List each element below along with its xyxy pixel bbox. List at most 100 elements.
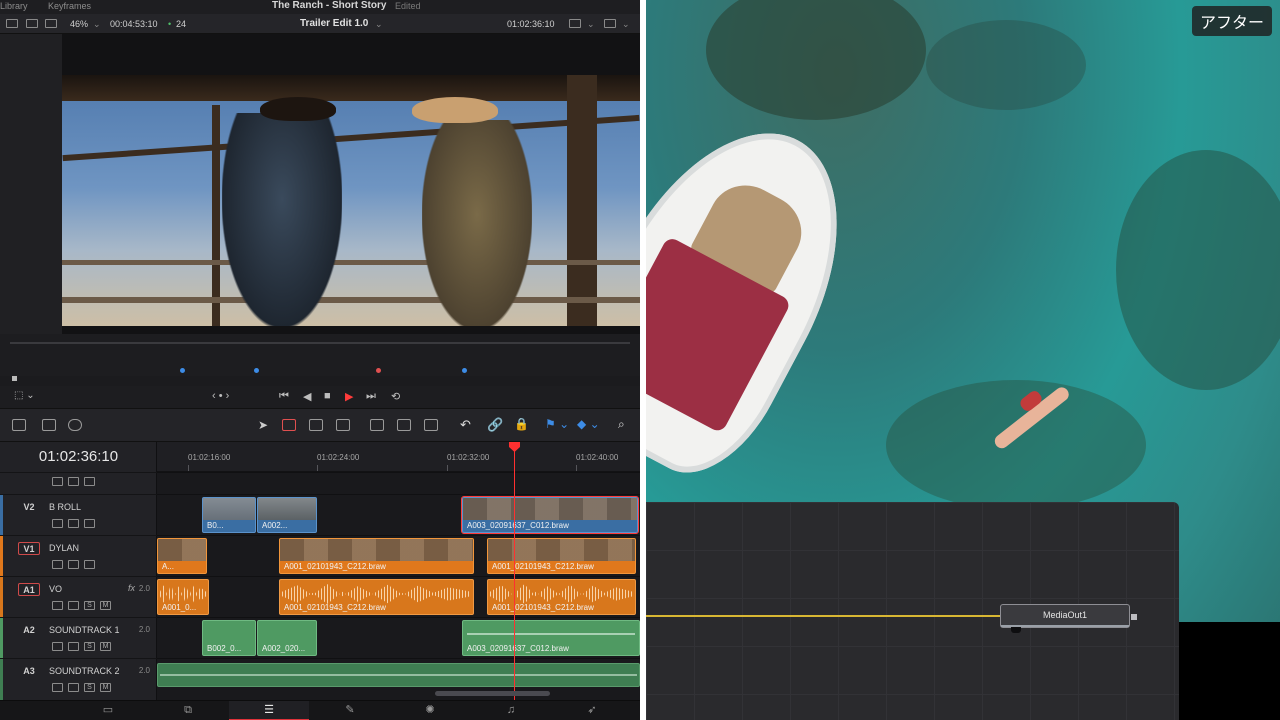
clip-v1[interactable]: A001_02101943_C212.braw [279,538,474,574]
marker-icon[interactable]: ◆ ⌄ [577,417,600,431]
dynamic-trim-icon[interactable] [309,419,323,431]
media-out-node[interactable]: MediaOut1 [1000,604,1137,633]
film-icon[interactable] [45,19,57,28]
play-reverse-icon[interactable]: ◀ [303,390,311,403]
clip-a2[interactable]: A002_020... [257,620,317,656]
media-page-icon[interactable]: ▭ [68,701,148,720]
snapping-icon[interactable]: ↶ [460,417,471,433]
scrub-handle-icon[interactable] [12,376,17,381]
flag-icon[interactable]: ⚑ ⌄ [545,417,569,431]
clip-v2-selected[interactable]: A003_02091637_C012.braw [461,496,639,534]
track-name[interactable]: B ROLL [49,502,81,512]
clip-v1[interactable]: A001_02101943_C212.braw [487,538,636,574]
auto-select-icon[interactable] [84,477,95,486]
viewer-options-icon[interactable]: ⬚ ⌄ [14,390,35,401]
video-toggle-icon[interactable] [68,601,79,610]
track-id[interactable]: V1 [18,542,40,555]
lane-a3[interactable] [157,658,640,699]
track-name[interactable]: SOUNDTRACK 2 [49,666,120,676]
selection-arrow-icon[interactable]: ➤ [258,418,268,432]
display-icon[interactable] [569,19,581,28]
timeline-name[interactable]: Trailer Edit 1.0 [300,18,368,29]
node-editor[interactable]: MediaOut1 [646,502,1179,720]
timeline-area[interactable]: 01:02:16:00 01:02:24:00 01:02:32:00 01:0… [157,442,640,700]
track-name[interactable]: DYLAN [49,543,79,553]
video-toggle-icon[interactable] [68,683,79,692]
auto-select-icon[interactable] [84,560,95,569]
mic-icon[interactable] [68,419,82,431]
go-to-start-icon[interactable]: ⏮ [279,390,289,403]
clip-v2[interactable]: B0... [202,497,256,533]
blade-icon[interactable] [336,419,350,431]
video-viewer[interactable] [0,34,640,368]
layout-icon[interactable] [6,19,18,28]
clip-a1[interactable]: A001_02101943_C212.braw [487,579,636,615]
track-id[interactable]: A1 [18,583,40,596]
marker-blue[interactable] [462,368,467,373]
clip-v2[interactable]: A002... [257,497,317,533]
clip-a1[interactable]: A001_0... [157,579,209,615]
clip-a2[interactable]: A003_02091637_C012.braw [462,620,640,656]
chevron-down-icon[interactable]: ⌄ [93,19,101,30]
safe-area-icon[interactable] [26,19,38,28]
playhead[interactable] [509,442,520,700]
video-toggle-icon[interactable] [68,560,79,569]
timeline-chevron-icon[interactable]: ⌄ [375,19,383,30]
solo-button[interactable]: S [84,642,95,651]
marker-red[interactable] [376,368,381,373]
marker-blue[interactable] [254,368,259,373]
lock-icon[interactable]: 🔒 [514,417,529,431]
color-page-icon[interactable]: ✺ [390,701,470,720]
cut-page-icon[interactable]: ⧉ [148,701,228,720]
mute-button[interactable]: M [100,601,111,610]
stop-icon[interactable]: ■ [324,390,331,402]
solo-button[interactable]: S [84,683,95,692]
lock-icon[interactable] [52,519,63,528]
track-name[interactable]: SOUNDTRACK 1 [49,625,120,635]
fairlight-page-icon[interactable]: ♫ [471,701,551,720]
solo-button[interactable]: S [84,601,95,610]
clip-a2[interactable]: B002_0... [202,620,256,656]
play-icon[interactable]: ▶ [345,390,353,403]
marker-blue[interactable] [180,368,185,373]
fx-icon[interactable]: fx [128,583,135,593]
auto-select-icon[interactable] [84,519,95,528]
fusion-page-icon[interactable]: ✎ [310,701,390,720]
display-chevron-icon[interactable]: ⌄ [587,19,595,30]
lock-icon[interactable] [52,601,63,610]
lane-a1[interactable]: A001_0... A001_02101943_C212.braw A001_0… [157,576,640,617]
video-toggle-icon[interactable] [68,642,79,651]
loop-icon[interactable]: ⟲ [391,390,400,403]
lock-icon[interactable] [52,683,63,692]
video-toggle-icon[interactable] [68,519,79,528]
clip-v1[interactable]: A... [157,538,207,574]
link-icon[interactable]: 🔗 [487,417,503,433]
mute-button[interactable]: M [100,683,111,692]
insert-icon[interactable] [370,419,384,431]
lock-icon[interactable] [52,560,63,569]
library-tab[interactable]: Library [0,1,28,11]
timeline-scrollbar[interactable] [435,691,550,696]
output-port-icon[interactable] [1131,614,1137,620]
deliver-page-icon[interactable]: ➶ [552,701,632,720]
scrub-bar[interactable] [0,334,640,381]
zoom-search-icon[interactable]: ⌕ [618,417,625,432]
lane-v2[interactable]: B0... A002... A003_02091637_C012.braw [157,494,640,535]
lane-v1[interactable]: A... A001_02101943_C212.braw A001_021019… [157,535,640,576]
keyframes-tab[interactable]: Keyframes [48,1,91,11]
zoom-level[interactable]: 46% [70,19,88,29]
go-to-end-icon[interactable]: ⏭ [366,390,376,403]
jog-icon[interactable]: ‹ • › [212,390,229,402]
timeline-ruler[interactable]: 01:02:16:00 01:02:24:00 01:02:32:00 01:0… [157,442,640,472]
clip-a3[interactable] [157,663,640,687]
audio-icon[interactable] [42,419,56,431]
lock-icon[interactable] [52,642,63,651]
output-icon[interactable] [604,19,616,28]
lock-icon[interactable] [52,477,63,486]
track-name[interactable]: VO [49,584,62,594]
edit-page-icon[interactable]: ☰ [229,701,309,720]
video-toggle-icon[interactable] [68,477,79,486]
trim-edit-icon[interactable] [282,419,296,431]
output-chevron-icon[interactable]: ⌄ [622,19,630,30]
replace-icon[interactable] [424,419,438,431]
